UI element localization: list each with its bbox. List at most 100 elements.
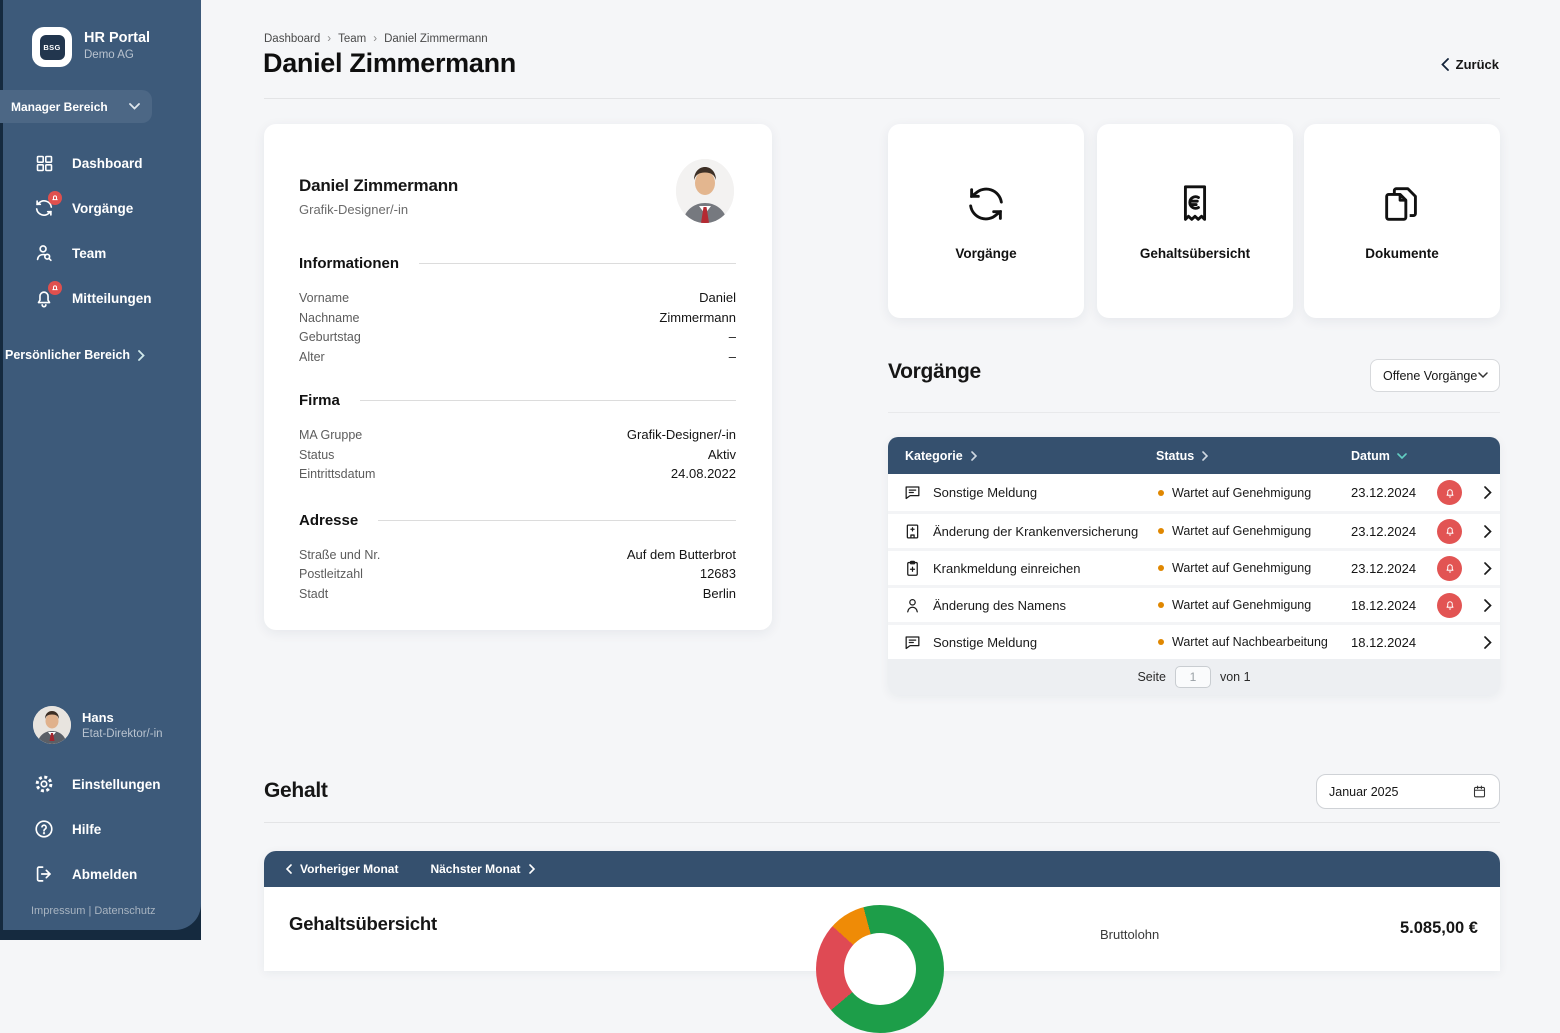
profile-field-row: Geburtstag – [299, 329, 736, 349]
app-title: HR Portal [84, 30, 150, 46]
page-title: Daniel Zimmermann [263, 48, 516, 79]
quick-action-gehaltsuebersicht[interactable]: Gehaltsübersicht [1097, 124, 1293, 318]
section-adresse: Adresse Straße und Nr. Auf dem Butterbro… [299, 512, 736, 606]
quick-action-vorgaenge[interactable]: Vorgänge [888, 124, 1084, 318]
sidebar-item-label: Abmelden [72, 867, 137, 882]
row-chevron-right-icon[interactable] [1475, 599, 1500, 612]
quick-action-dokumente[interactable]: Dokumente [1304, 124, 1500, 318]
sidebar-item-label: Vorgänge [72, 201, 133, 216]
sidebar-user[interactable]: Hans Etat-Direktor/-in [33, 706, 163, 744]
logo-badge: BSG [40, 35, 65, 60]
profile-field-row: Nachname Zimmermann [299, 310, 736, 330]
profile-field-row: Stadt Berlin [299, 586, 736, 606]
quick-action-label: Vorgänge [955, 246, 1016, 261]
field-value: Berlin [703, 586, 736, 601]
section-rule [419, 263, 736, 264]
chevron-right-icon [529, 864, 535, 874]
breadcrumb: Dashboard › Team › Daniel Zimmermann [264, 33, 488, 45]
profile-field-row: Eintrittsdatum 24.08.2022 [299, 466, 736, 486]
breadcrumb-team[interactable]: Team [338, 33, 366, 45]
sidebar-item-team[interactable]: Team [32, 239, 106, 267]
vorgaenge-section-title: Vorgänge [888, 360, 981, 384]
next-month-button[interactable]: Nächster Monat [430, 862, 534, 876]
gehalt-divider [264, 822, 1500, 823]
row-chevron-right-icon[interactable] [1475, 486, 1500, 499]
alert-bell-badge [1437, 593, 1462, 618]
legal-links[interactable]: Impressum | Datenschutz [31, 905, 156, 917]
field-label: MA Gruppe [299, 428, 362, 442]
month-picker[interactable]: Januar 2025 [1316, 774, 1500, 809]
alert-bell-badge [48, 191, 62, 205]
vorgang-row[interactable]: Änderung der Krankenversicherung Wartet … [888, 511, 1500, 548]
bell-icon [32, 286, 56, 310]
employee-name: Daniel Zimmermann [299, 176, 736, 196]
sidebar-item-einstellungen[interactable]: Einstellungen [32, 770, 161, 798]
status-dot [1158, 490, 1164, 496]
vorgang-category: Sonstige Meldung [933, 635, 1158, 650]
profile-field-row: Straße und Nr. Auf dem Butterbrot [299, 547, 736, 567]
sidebar-item-label: Hilfe [72, 822, 101, 837]
user-name: Hans [82, 710, 163, 725]
sidebar-item-abmelden[interactable]: Abmelden [32, 860, 137, 888]
sort-chevron-down-icon [1397, 453, 1407, 459]
chevron-down-icon [129, 103, 140, 110]
sidebar-item-vorgaenge[interactable]: Vorgänge [32, 194, 133, 222]
vorgang-date: 23.12.2024 [1351, 561, 1437, 576]
sidebar-item-label: Einstellungen [72, 777, 161, 792]
section-informationen: Informationen Vorname Daniel Nachname Zi… [299, 255, 736, 368]
chevron-right-icon [138, 350, 145, 361]
back-button[interactable]: Zurück [1441, 57, 1499, 72]
quick-action-label: Dokumente [1365, 246, 1439, 261]
vorgang-row[interactable]: Sonstige Meldung Wartet auf Nachbearbeit… [888, 622, 1500, 659]
status-text: Wartet auf Genehmigung [1172, 524, 1311, 538]
vorgang-date: 18.12.2024 [1351, 598, 1437, 613]
vorgang-row[interactable]: Änderung des Namens Wartet auf Genehmigu… [888, 585, 1500, 622]
sidebar: BSG HR Portal Demo AG Manager Bereich Da… [3, 0, 201, 930]
prev-month-button[interactable]: Vorheriger Monat [286, 862, 398, 876]
row-chevron-right-icon[interactable] [1475, 636, 1500, 649]
bruttolohn-value: 5.085,00 € [1400, 919, 1478, 938]
column-header-datum[interactable]: Datum [1351, 449, 1407, 463]
vorgang-row[interactable]: Sonstige Meldung Wartet auf Genehmigung … [888, 474, 1500, 511]
vorgang-date: 23.12.2024 [1351, 485, 1437, 500]
vorgang-category: Sonstige Meldung [933, 485, 1158, 500]
vorgang-category: Krankmeldung einreichen [933, 561, 1158, 576]
vorgang-row[interactable]: Krankmeldung einreichen Wartet auf Geneh… [888, 548, 1500, 585]
sidebar-item-mitteilungen[interactable]: Mitteilungen [32, 284, 152, 312]
breadcrumb-dashboard[interactable]: Dashboard [264, 33, 320, 45]
page-number-input[interactable] [1175, 666, 1211, 688]
sidebar-item-label: Dashboard [72, 156, 143, 171]
column-header-kategorie[interactable]: Kategorie [888, 449, 1156, 463]
status-dot [1158, 602, 1164, 608]
column-header-status[interactable]: Status [1156, 449, 1351, 463]
vorgang-status: Wartet auf Genehmigung [1158, 598, 1351, 612]
vorgang-status: Wartet auf Genehmigung [1158, 561, 1351, 575]
sidebar-item-persoenlicher-bereich[interactable]: Persönlicher Bereich [5, 348, 145, 362]
field-value: Auf dem Butterbrot [627, 547, 736, 562]
gehaltsuebersicht-heading: Gehaltsübersicht [289, 913, 437, 935]
sidebar-item-hilfe[interactable]: Hilfe [32, 815, 101, 843]
alert-bell-badge [1437, 556, 1462, 581]
row-chevron-right-icon[interactable] [1475, 525, 1500, 538]
row-chevron-right-icon[interactable] [1475, 562, 1500, 575]
breadcrumb-separator: › [327, 33, 331, 45]
gear-icon [32, 772, 56, 796]
manager-bereich-toggle[interactable]: Manager Bereich [0, 90, 152, 123]
manager-bereich-label: Manager Bereich [11, 100, 108, 114]
sidebar-item-dashboard[interactable]: Dashboard [32, 149, 143, 177]
page-of-label: von 1 [1220, 670, 1251, 684]
persoenlicher-bereich-label: Persönlicher Bereich [5, 348, 130, 362]
field-label: Eintrittsdatum [299, 467, 375, 481]
month-nav-bar: Vorheriger Monat Nächster Monat [264, 851, 1500, 887]
field-value: – [729, 329, 736, 344]
field-label: Vorname [299, 291, 349, 305]
section-rule [360, 400, 736, 401]
status-text: Wartet auf Genehmigung [1172, 486, 1311, 500]
category-icon [903, 596, 933, 615]
field-value: 24.08.2022 [671, 466, 736, 481]
documents-icon [1379, 180, 1425, 228]
vorgaenge-filter-dropdown[interactable]: Offene Vorgänge [1370, 359, 1500, 392]
help-icon [32, 817, 56, 841]
category-icon [903, 522, 933, 541]
profile-field-row: Vorname Daniel [299, 290, 736, 310]
